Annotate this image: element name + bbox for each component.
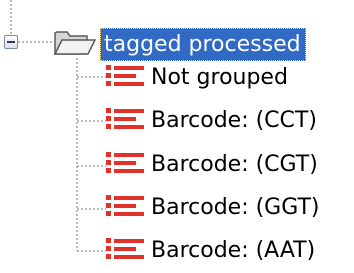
collapse-toggle-icon[interactable] — [4, 35, 18, 49]
sequence-list-icon — [106, 195, 144, 216]
tree-item-label: Barcode: (CCT) — [151, 108, 317, 133]
tree-item-not-grouped[interactable]: Not grouped — [105, 61, 354, 95]
sequence-list-icon — [106, 152, 144, 173]
tree-item-label: Barcode: (AAT) — [151, 238, 316, 263]
tree-item-barcode-cgt[interactable]: Barcode: (CGT) — [105, 148, 354, 182]
sequence-list-icon — [106, 65, 144, 86]
tree-item-barcode-ggt[interactable]: Barcode: (GGT) — [105, 191, 354, 225]
tree-item-label: Barcode: (GGT) — [151, 195, 320, 220]
sequence-list-icon — [106, 108, 144, 129]
sequence-list-icon — [106, 238, 144, 259]
tree-item-label: Barcode: (CGT) — [151, 152, 318, 177]
navigation-tree: tagged processed Not grouped Barcode: (C… — [0, 0, 354, 273]
tree-root-label[interactable]: tagged processed — [100, 28, 306, 61]
tree-item-barcode-cct[interactable]: Barcode: (CCT) — [105, 104, 354, 138]
tree-item-barcode-aat[interactable]: Barcode: (AAT) — [105, 234, 354, 268]
tree-item-label: Not grouped — [151, 65, 288, 90]
folder-open-icon[interactable] — [53, 27, 97, 57]
